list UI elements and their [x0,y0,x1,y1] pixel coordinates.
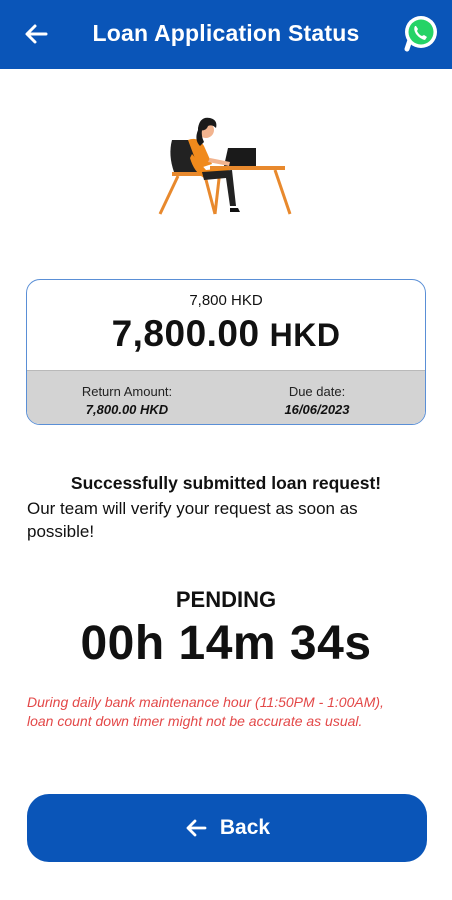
loan-details: Return Amount: 7,800.00 HKD Due date: 16… [27,370,425,424]
loan-amount-small: 7,800 HKD [189,292,263,309]
return-amount-block: Return Amount: 7,800.00 HKD [27,384,227,417]
loan-amount: 7,800.00 HKD [27,313,425,355]
due-date-value: 16/06/2023 [284,402,350,417]
back-button[interactable]: Back [27,794,427,862]
return-amount-value: 7,800.00 HKD [85,402,169,417]
back-arrow-icon [186,819,207,837]
due-date-block: Due date: 16/06/2023 [217,384,417,417]
page-title: Loan Application Status [92,20,360,46]
due-date-label: Due date: [288,384,346,399]
success-message: Our team will verify your request as soo… [27,499,358,541]
loan-summary-card: 7,800 HKD 7,800.00 HKD Return Amount: 7,8… [26,279,426,425]
countdown-timer: 00h 14m 34s [80,617,372,670]
woman-laptop-illustration [158,117,292,215]
loan-amount-value: 7,800.00 [111,313,260,354]
app-bar: Loan Application Status [0,0,452,69]
loan-amount-currency: HKD [269,317,341,353]
success-title: Successfully submitted loan request! [70,473,382,493]
whatsapp-icon[interactable] [402,14,440,52]
return-amount-label: Return Amount: [81,384,173,399]
status-label: PENDING [175,587,277,612]
maintenance-note: During daily bank maintenance hour (11:5… [27,694,384,729]
back-button-label: Back [219,816,271,839]
